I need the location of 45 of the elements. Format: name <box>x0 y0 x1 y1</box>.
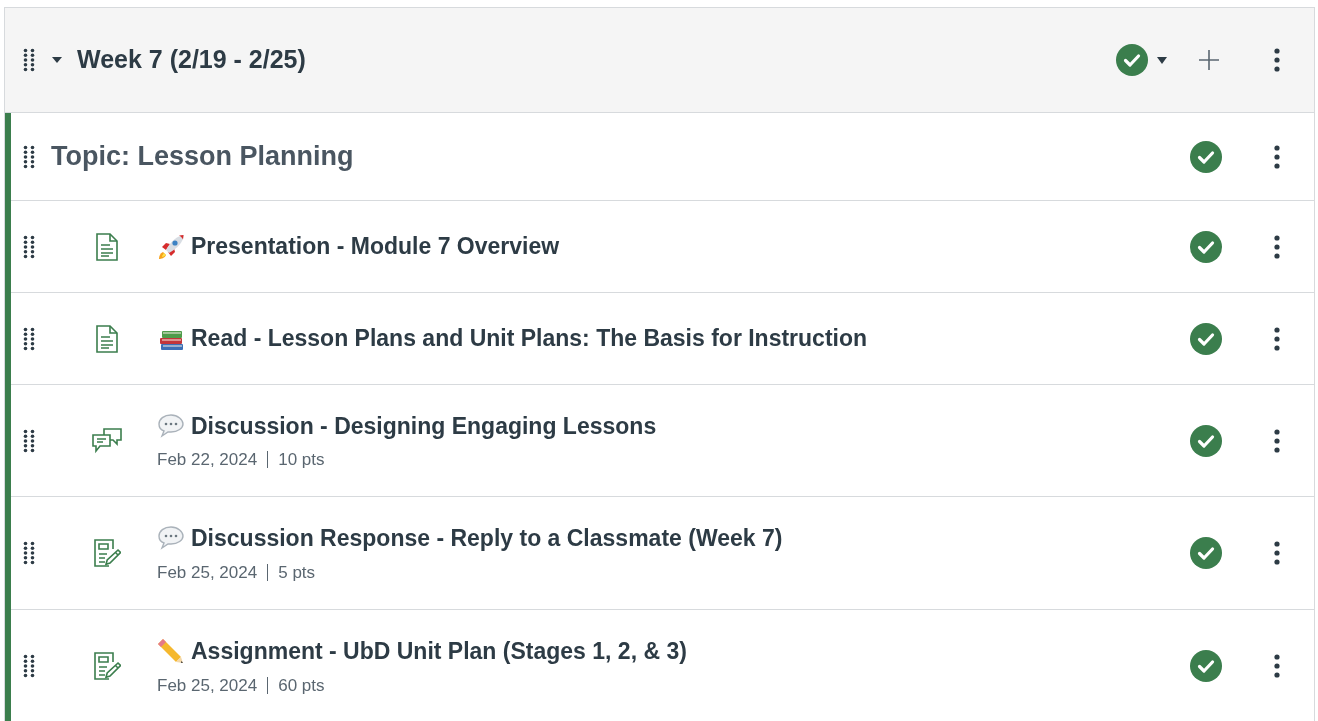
published-check-icon[interactable] <box>1190 322 1222 355</box>
more-options-icon[interactable] <box>1274 144 1280 169</box>
due-date: Feb 25, 2024 <box>157 674 258 697</box>
discussion-icon <box>92 426 122 455</box>
published-check-icon[interactable] <box>1190 650 1222 682</box>
published-check-icon[interactable] <box>1116 44 1148 76</box>
item-title-link[interactable]: Read - Lesson Plans and Unit Plans: The Basis for Instruction <box>191 321 868 356</box>
more-options-icon[interactable] <box>1274 654 1280 678</box>
speech-bubble-icon <box>157 411 185 440</box>
published-check-icon[interactable] <box>1190 537 1222 569</box>
caret-icon[interactable] <box>1156 55 1168 65</box>
drag-handle-icon[interactable] <box>23 48 35 72</box>
more-options-icon[interactable] <box>1274 234 1280 259</box>
points-value: 10 pts <box>278 449 325 471</box>
document-icon <box>95 324 119 353</box>
drag-handle-icon[interactable] <box>23 326 35 351</box>
more-options-icon[interactable] <box>1274 326 1280 351</box>
item-title-link[interactable]: Discussion - Designing Engaging Lessons <box>191 408 657 443</box>
assignment-icon <box>93 539 121 567</box>
item-title-link[interactable]: Presentation - Module 7 Overview <box>191 229 560 264</box>
drag-handle-icon[interactable] <box>23 144 35 169</box>
drag-handle-icon[interactable] <box>23 541 35 565</box>
document-icon <box>95 232 119 261</box>
pencil-icon <box>157 637 185 666</box>
drag-handle-icon[interactable] <box>23 234 35 259</box>
module-title: Week 7 (2/19 - 2/25) <box>77 44 306 76</box>
drag-handle-icon[interactable] <box>23 654 35 678</box>
due-date: Feb 22, 2024 <box>157 449 258 471</box>
published-check-icon[interactable] <box>1190 230 1222 263</box>
published-check-icon[interactable] <box>1190 140 1222 173</box>
points-value: 5 pts <box>278 561 316 584</box>
drag-handle-icon[interactable] <box>23 428 35 453</box>
rocket-icon <box>157 232 185 261</box>
text-header-title: Topic: Lesson Planning <box>51 140 354 174</box>
due-date: Feb 25, 2024 <box>157 561 258 584</box>
item-title-link[interactable]: Discussion Response - Reply to a Classmate (Week 7) <box>191 521 783 556</box>
item-title-link[interactable]: Assignment - UbD Unit Plan (Stages 1, 2, & 3) <box>191 634 687 669</box>
add-icon[interactable] <box>1198 49 1220 71</box>
published-check-icon[interactable] <box>1190 424 1222 457</box>
more-options-icon[interactable] <box>1274 541 1280 565</box>
more-options-icon[interactable] <box>1274 428 1280 453</box>
collapse-caret-icon[interactable] <box>51 55 63 65</box>
assignment-icon <box>93 652 121 680</box>
points-value: 60 pts <box>278 674 325 697</box>
more-options-icon[interactable] <box>1274 48 1280 72</box>
